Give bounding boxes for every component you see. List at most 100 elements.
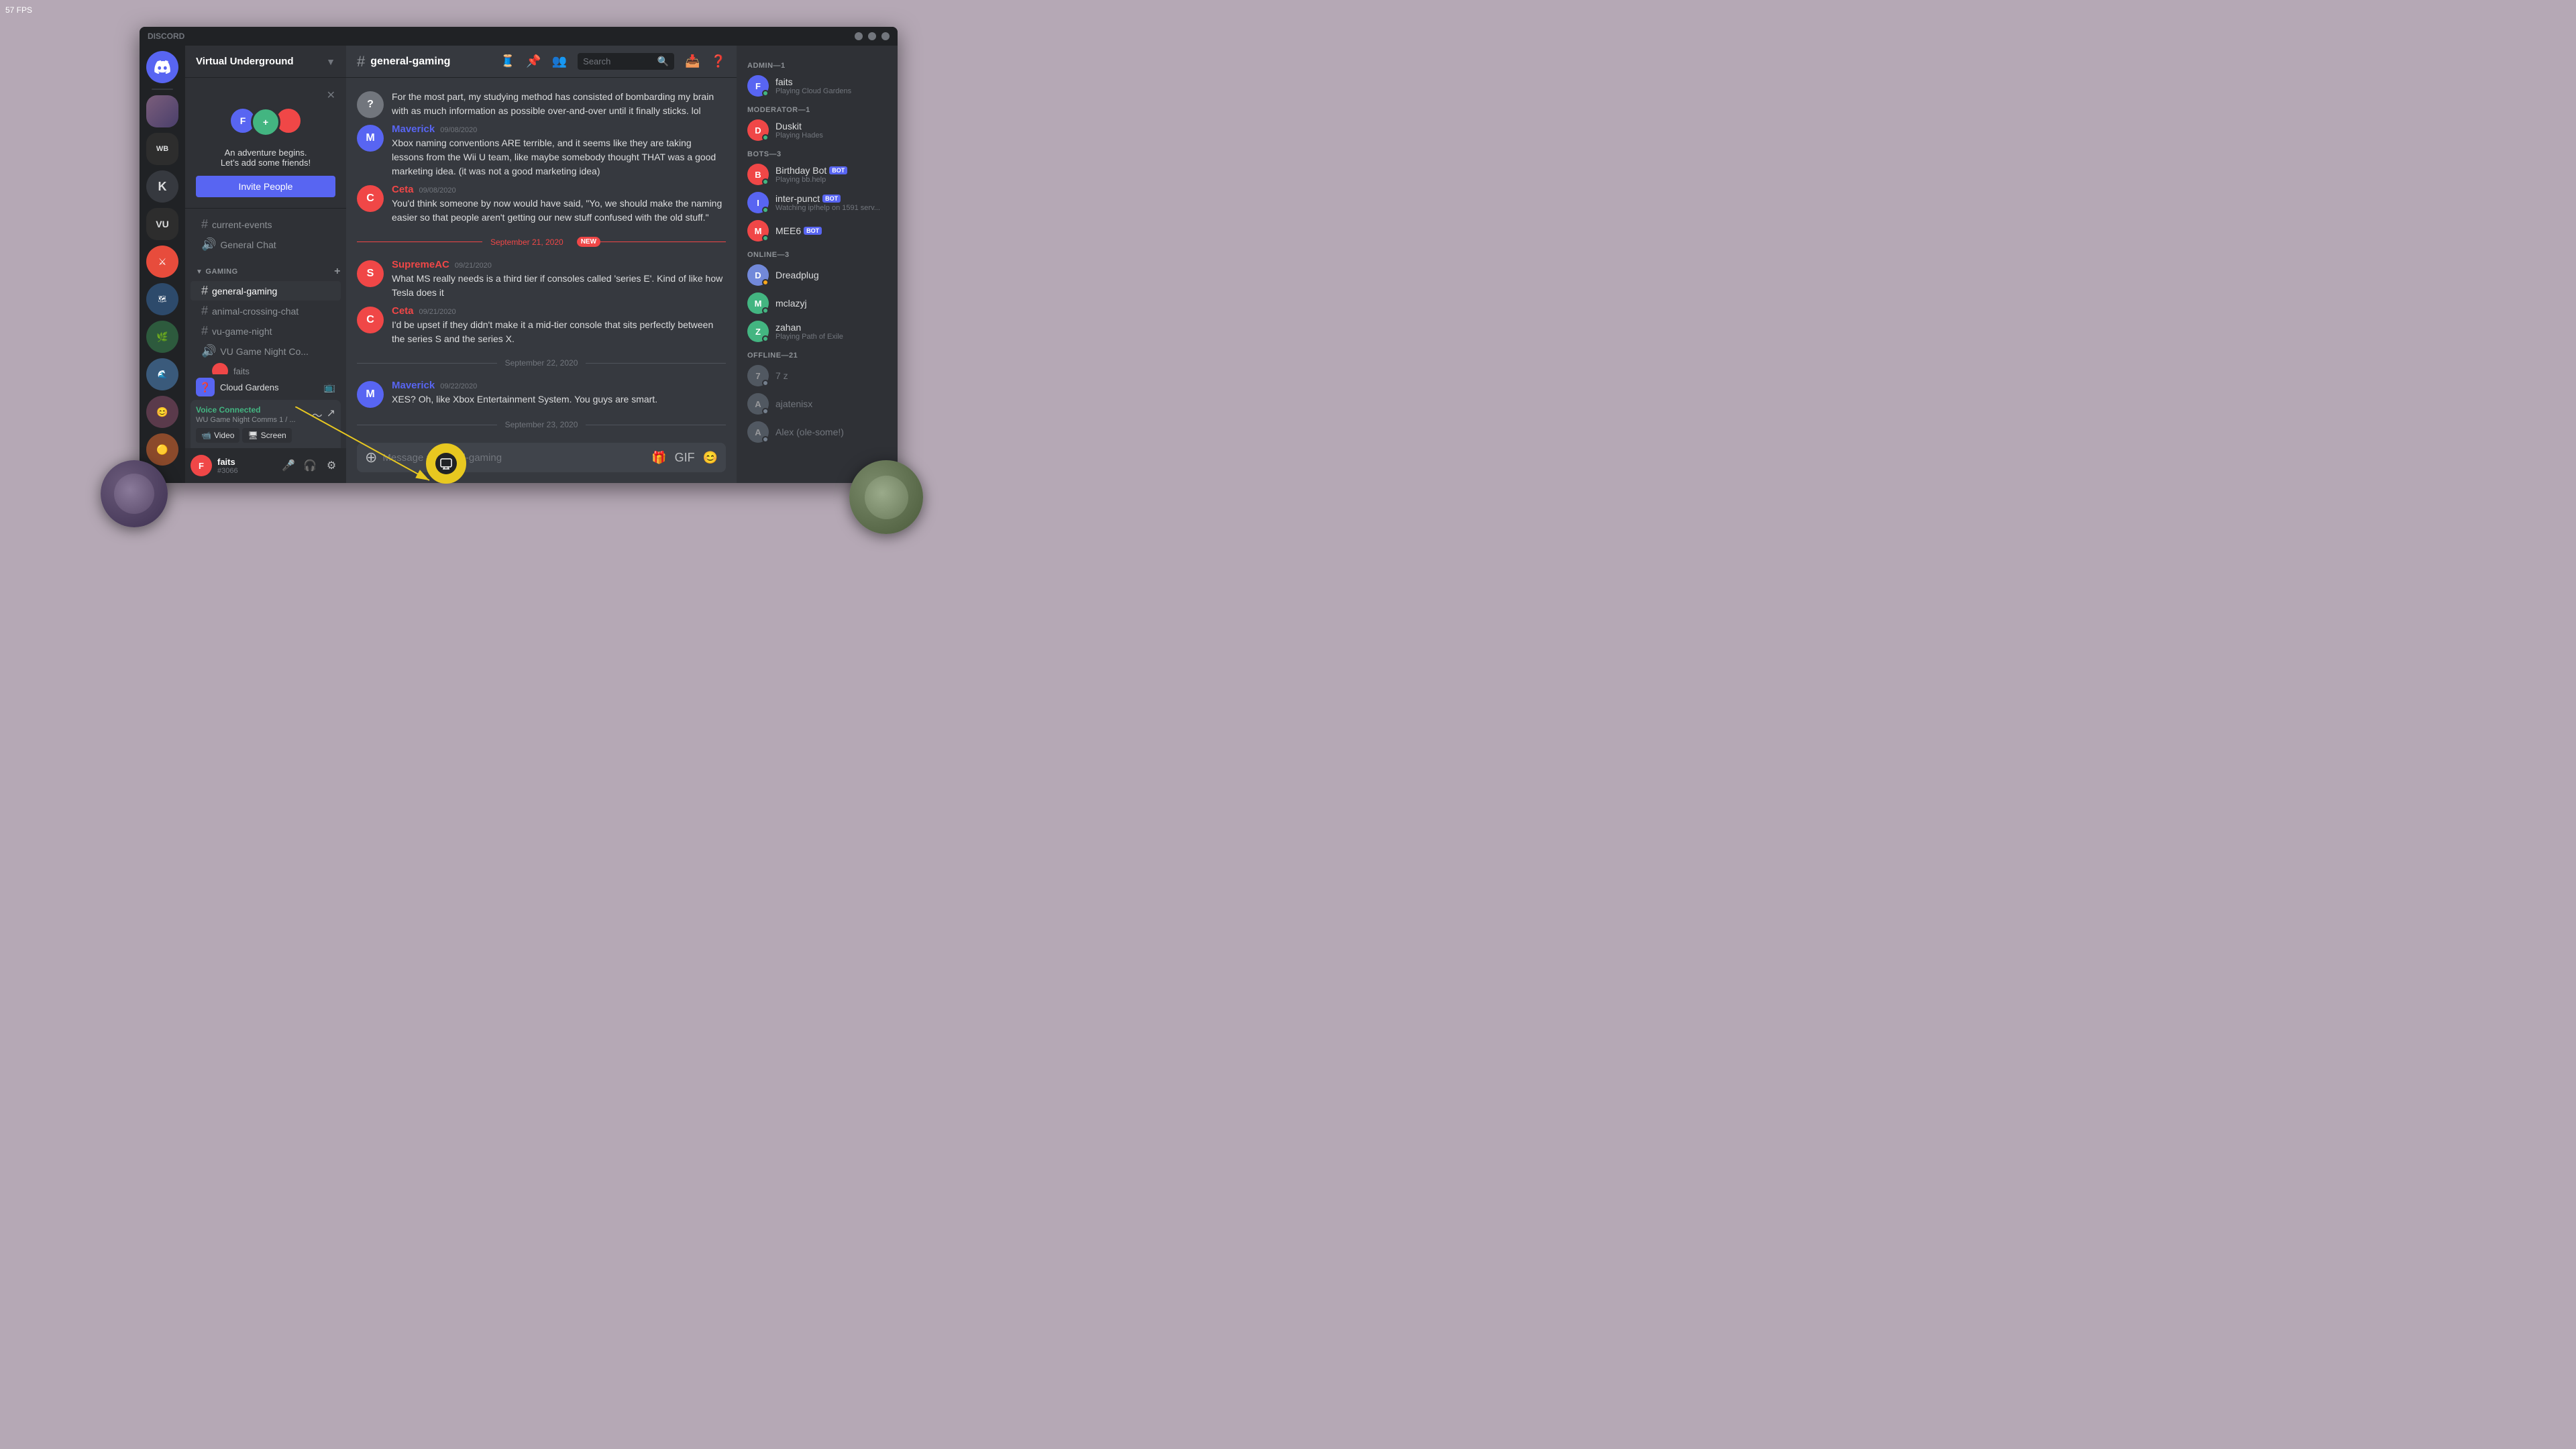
cloud-gardens-item[interactable]: ❓ Cloud Gardens 📺 [191, 375, 341, 399]
member-name-faits: faits [775, 76, 887, 87]
member-name-mee6: MEE6 [775, 225, 801, 236]
member-icon-2[interactable]: 👥 [313, 345, 324, 357]
server-header[interactable]: Virtual Underground ▼ [185, 46, 346, 78]
msg-avatar-maverick-2: M [357, 381, 384, 408]
screen-button[interactable]: 🖥 Screen [242, 428, 291, 443]
invite-people-button[interactable]: Invite People [196, 176, 335, 197]
server-icon-3[interactable]: K [146, 170, 178, 203]
server-icon-8[interactable]: 🌊 [146, 358, 178, 390]
video-icon: 📹 [201, 431, 211, 440]
msg-timestamp-5: 09/21/2020 [455, 262, 492, 270]
leave-voice-icon[interactable]: ↗ [327, 407, 335, 423]
msg-avatar-ceta-1: C [357, 185, 384, 212]
msg-author-maverick-1[interactable]: Maverick [392, 123, 435, 135]
voice-user-faits[interactable]: faits [191, 362, 341, 374]
msg-content-6: Ceta 09/21/2020 I'd be upset if they did… [392, 305, 726, 346]
member-alex[interactable]: A Alex (ole-some!) [742, 419, 892, 445]
member-icon[interactable]: 👥 [313, 285, 324, 297]
close-button[interactable] [881, 32, 890, 40]
highlight-circle[interactable] [426, 443, 466, 484]
channel-item-vu-game-night[interactable]: # vu-game-night [191, 321, 341, 341]
member-inter-punct[interactable]: I inter-punct BOT Watching ip!help on 15… [742, 189, 892, 216]
message-group-5: S SupremeAC 09/21/2020 What MS really ne… [357, 258, 726, 301]
member-avatar-dreadplug: D [747, 264, 769, 286]
message-input[interactable] [382, 452, 651, 464]
category-gaming[interactable]: ▼ GAMING + [185, 255, 346, 280]
member-birthday-bot[interactable]: B Birthday Bot BOT Playing bb.help [742, 161, 892, 188]
add-attachment-button[interactable]: ⊕ [365, 449, 377, 466]
user-info: faits #3066 [217, 457, 279, 475]
members-icon[interactable]: 👥 [552, 54, 567, 68]
msg-author-maverick-2[interactable]: Maverick [392, 380, 435, 391]
channel-item-current-events[interactable]: # current-events [191, 215, 341, 234]
discord-home-button[interactable] [146, 51, 178, 83]
discord-body: WB K VU ⚔ 🗺 🌿 🌊 😊 🟡 [140, 46, 898, 483]
user-name: faits [217, 457, 279, 467]
server-icon-5[interactable]: ⚔ [146, 246, 178, 278]
member-duskit[interactable]: D Duskit Playing Hades [742, 117, 892, 144]
date-divider-text-sep22: September 22, 2020 [497, 358, 586, 368]
server-icon-6[interactable]: 🗺 [146, 283, 178, 315]
minimize-button[interactable] [855, 32, 863, 40]
member-status-bbot: Playing bb.help [775, 176, 887, 184]
server-icon-7[interactable]: 🌿 [146, 321, 178, 353]
member-dreadplug[interactable]: D Dreadplug [742, 262, 892, 288]
help-icon[interactable]: ❓ [711, 54, 726, 68]
msg-author-ceta-2[interactable]: Ceta [392, 305, 414, 317]
member-mee6[interactable]: M MEE6 BOT [742, 217, 892, 244]
server-icon-vu[interactable]: VU [146, 208, 178, 240]
deafen-button[interactable]: 🎧 [301, 456, 319, 475]
app-title: DISCORD [148, 32, 184, 41]
input-action-group: 🎁 GIF 😊 [651, 451, 718, 465]
gif-icon[interactable]: GIF [675, 451, 695, 465]
user-settings-button[interactable]: ⚙ [322, 456, 341, 475]
emoji-icon[interactable]: 😊 [703, 451, 718, 465]
settings-icon[interactable]: ⚙ [327, 285, 335, 297]
server-icon-9[interactable]: 😊 [146, 396, 178, 428]
status-dot-zahan [762, 335, 769, 342]
member-name-bbot: Birthday Bot [775, 165, 826, 176]
member-info-bbot: Birthday Bot BOT Playing bb.help [775, 165, 887, 184]
maximize-button[interactable] [868, 32, 876, 40]
channel-item-vu-game-night-voice[interactable]: 🔊 VU Game Night Co... 👥 ⚙ [191, 341, 341, 361]
msg-avatar-ceta-2: C [357, 307, 384, 333]
close-suggestion-button[interactable]: ✕ [327, 89, 335, 102]
channel-item-animal-crossing[interactable]: # animal-crossing-chat [191, 301, 341, 321]
member-ajatenisx[interactable]: A ajatenisx [742, 390, 892, 417]
decoration-orb-left [101, 460, 174, 534]
msg-author-ceta-1[interactable]: Ceta [392, 184, 414, 195]
voice-connected-status: Voice Connected [196, 405, 296, 415]
msg-author-supremeac[interactable]: SupremeAC [392, 259, 449, 270]
member-mclazyj[interactable]: M mclazyj [742, 290, 892, 317]
add-channel-button[interactable]: + [334, 266, 341, 278]
message-group-3: C Ceta 09/08/2020 You'd think someone by… [357, 182, 726, 226]
user-panel-controls: 🎤 🎧 ⚙ [279, 456, 341, 475]
gift-icon[interactable]: 🎁 [651, 451, 666, 465]
video-button[interactable]: 📹 Video [196, 428, 239, 443]
search-icon[interactable]: 🔍 [657, 56, 669, 67]
thread-icon[interactable]: 🧵 [500, 54, 515, 68]
mute-button[interactable]: 🎤 [279, 456, 298, 475]
member-zahan[interactable]: Z zahan Playing Path of Exile [742, 318, 892, 345]
date-divider-text-sep21: September 21, 2020 [482, 237, 572, 247]
voice-wave-icon[interactable]: 〜 [312, 407, 323, 423]
member-faits[interactable]: F faits Playing Cloud Gardens [742, 72, 892, 99]
divider-line-left [357, 241, 482, 242]
inbox-icon[interactable]: 📥 [685, 54, 700, 68]
settings-icon-2[interactable]: ⚙ [327, 345, 335, 357]
channel-item-general-chat[interactable]: 🔊 General Chat [191, 235, 341, 254]
member-7z[interactable]: 7 7 z [742, 362, 892, 389]
channel-item-general-gaming[interactable]: # general-gaming 👥 ⚙ [191, 281, 341, 301]
status-dot-aj [762, 408, 769, 415]
divider-line-right-2 [586, 363, 726, 364]
screen-share-icon[interactable]: 📺 [324, 382, 335, 393]
member-avatar-mee6: M [747, 220, 769, 241]
msg-avatar-maverick-1: M [357, 125, 384, 152]
search-input[interactable] [583, 56, 657, 66]
chat-header: # general-gaming 🧵 📌 👥 🔍 📥 ❓ [346, 46, 737, 78]
server-sidebar: WB K VU ⚔ 🗺 🌿 🌊 😊 🟡 [140, 46, 185, 483]
server-icon-2[interactable]: WB [146, 133, 178, 165]
pin-icon[interactable]: 📌 [526, 54, 541, 68]
member-name-row-ip: inter-punct BOT [775, 193, 887, 204]
server-icon-1[interactable] [146, 95, 178, 127]
